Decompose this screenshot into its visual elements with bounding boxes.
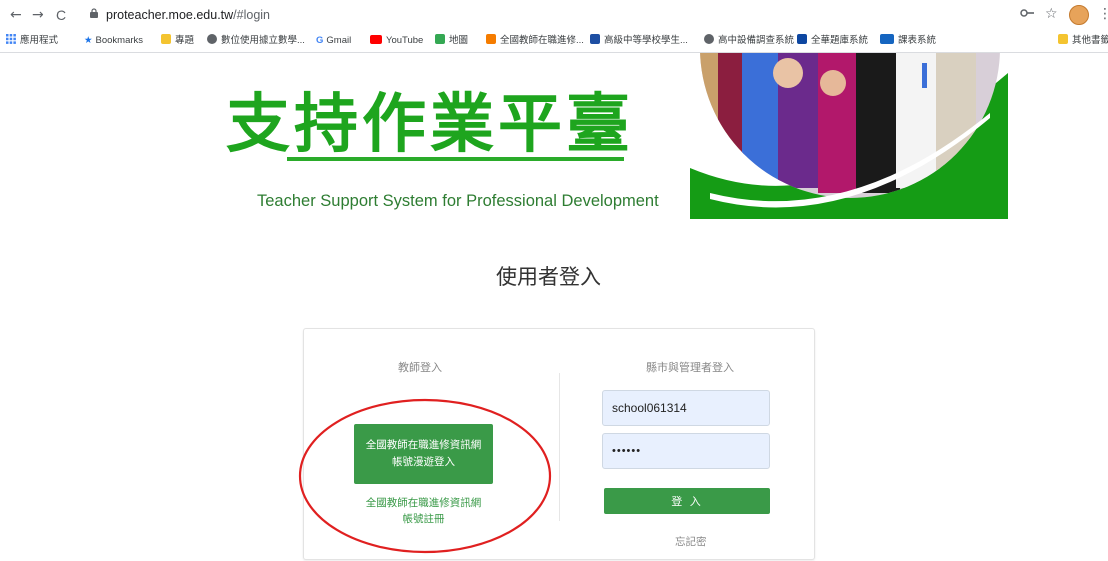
apps-grid-icon [6, 34, 16, 44]
title-underline [287, 157, 624, 161]
bookmark-label: Bookmarks [95, 35, 144, 46]
bookmark-item[interactable]: 高級中等學校學生... [590, 34, 688, 48]
google-icon: G [316, 35, 324, 46]
reload-button[interactable]: C [56, 7, 66, 23]
bookmark-label: 專題 [175, 35, 195, 46]
maps-icon [435, 34, 445, 44]
site-icon [880, 34, 894, 44]
star-icon: ★ [84, 35, 93, 46]
bookmark-other[interactable]: 其他書籤 [1058, 34, 1108, 48]
login-submit-button[interactable]: 登 入 [604, 488, 770, 514]
bookmark-label: 全國教師在職進修... [500, 35, 584, 46]
url-host: proteacher.moe.edu.tw [106, 8, 234, 22]
folder-icon [161, 34, 171, 44]
bookmark-item[interactable]: 高中設備調查系統 [704, 34, 794, 48]
menu-icon[interactable]: ⋮ [1098, 6, 1108, 22]
username-field[interactable]: school061314 [602, 390, 770, 426]
lock-icon [90, 8, 98, 21]
bookmark-label: YouTube [386, 35, 424, 46]
bookmarks-bar: 應用程式 ★ Bookmarks 專題 數位使用據立數學... G Gmail Yo… [0, 30, 1108, 53]
hero-photo [690, 53, 1008, 219]
site-subtitle: Teacher Support System for Professional … [257, 192, 659, 210]
forward-button[interactable]: → [32, 7, 44, 23]
avatar[interactable] [1069, 5, 1089, 25]
login-title: 使用者登入 [496, 265, 601, 289]
bookmark-label: Gmail [326, 35, 352, 46]
key-icon[interactable] [1020, 6, 1034, 22]
bookmark-label: 地圖 [449, 35, 469, 46]
globe-icon [704, 34, 714, 44]
browser-toolbar: ← → C proteacher.moe.edu.tw/#login ☆ ⋮ [0, 0, 1108, 30]
bookmark-label: 全華題庫系統 [811, 35, 869, 46]
url-text: proteacher.moe.edu.tw/#login [106, 8, 270, 22]
forgot-password-link[interactable]: 忘記密 [675, 534, 707, 549]
password-field[interactable]: •••••• [602, 433, 770, 469]
bookmark-item[interactable]: 全華題庫系統 [797, 34, 868, 48]
site-icon [486, 34, 496, 44]
annotation-circle [298, 398, 552, 554]
folder-icon [1058, 34, 1068, 44]
star-icon[interactable]: ☆ [1045, 6, 1058, 22]
globe-icon [207, 34, 217, 44]
site-icon [590, 34, 600, 44]
column-divider [559, 373, 560, 521]
bookmark-item[interactable]: 課表系統 [880, 34, 936, 48]
bookmark-label: 課表系統 [898, 35, 937, 46]
admin-login-heading: 縣市與管理者登入 [646, 361, 734, 374]
teacher-login-heading: 教師登入 [398, 361, 442, 374]
bookmark-label: 高級中等學校學生... [604, 35, 688, 46]
bookmark-label: 其他書籤 [1072, 35, 1108, 46]
bookmark-item[interactable]: 地圖 [435, 34, 468, 48]
bookmark-item[interactable]: 數位使用據立數學... [207, 34, 305, 48]
address-bar[interactable]: proteacher.moe.edu.tw/#login [84, 5, 1004, 26]
bookmark-apps[interactable]: 應用程式 [6, 34, 58, 48]
bookmark-item[interactable]: 專題 [161, 34, 194, 48]
youtube-icon [370, 35, 382, 44]
bookmark-item[interactable]: YouTube [370, 34, 423, 48]
bookmark-label: 應用程式 [20, 35, 59, 46]
bookmark-item[interactable]: 全國教師在職進修... [486, 34, 584, 48]
bookmark-item[interactable]: G Gmail [316, 34, 351, 48]
back-button[interactable]: ← [10, 7, 22, 23]
url-path: /#login [233, 8, 271, 22]
bookmark-label: 數位使用據立數學... [221, 35, 305, 46]
site-icon [797, 34, 807, 44]
site-title: 支持作業平臺 [226, 88, 634, 162]
bookmark-label: 高中設備調查系統 [718, 35, 795, 46]
bookmark-item[interactable]: ★ Bookmarks [84, 34, 143, 48]
page-content: 支持作業平臺 Teacher Support System for Profes… [0, 53, 1108, 561]
